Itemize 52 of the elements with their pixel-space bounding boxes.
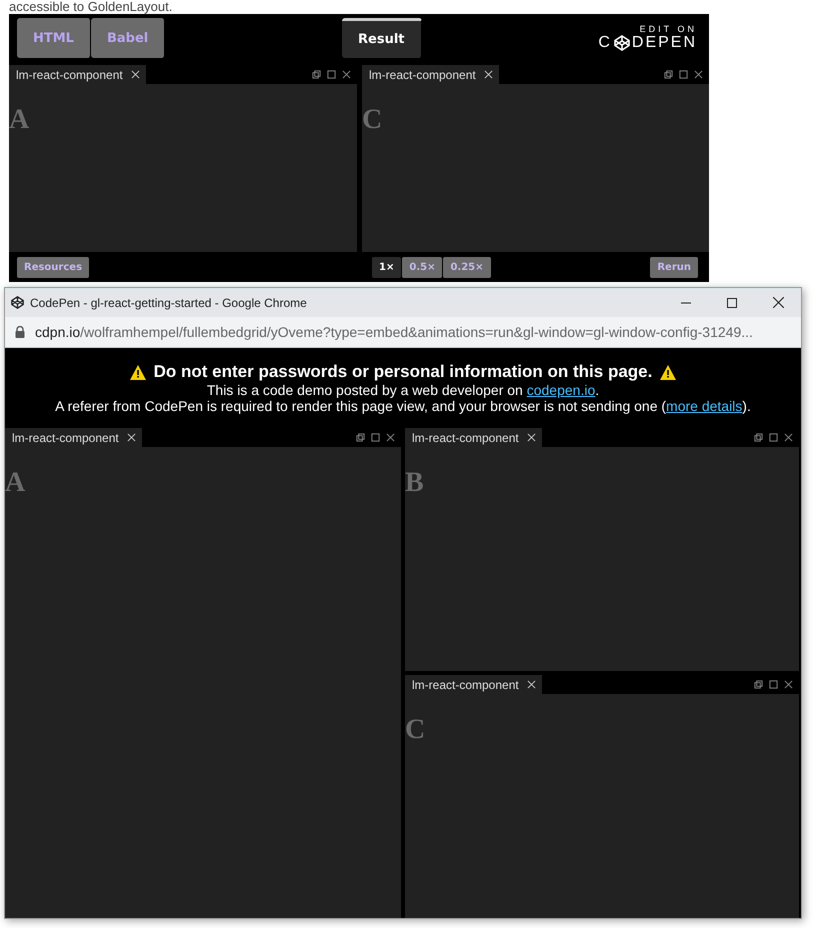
lock-icon xyxy=(15,326,25,338)
zoom-button[interactable]: 1× xyxy=(372,256,402,278)
maximize-icon xyxy=(727,298,737,308)
close-icon[interactable] xyxy=(126,433,136,442)
panel-letter: C xyxy=(362,104,382,136)
panel-tab[interactable]: lm-react-component xyxy=(405,428,542,447)
panel-tab[interactable]: lm-react-component xyxy=(405,675,542,694)
maximize-icon[interactable] xyxy=(371,433,380,442)
panel-letter: C xyxy=(405,714,426,746)
close-icon[interactable] xyxy=(386,433,395,442)
panel-letter: B xyxy=(405,467,424,499)
close-icon xyxy=(772,297,784,308)
restore-icon[interactable] xyxy=(754,680,763,689)
close-icon[interactable] xyxy=(526,680,536,689)
restore-icon[interactable] xyxy=(664,70,673,79)
editor-tab[interactable]: Result xyxy=(342,18,422,58)
edit-on-caption[interactable]: EDIT ON xyxy=(640,24,698,34)
close-icon[interactable] xyxy=(526,433,536,442)
link[interactable]: more details xyxy=(666,398,742,414)
warning-heading: Do not enter passwords or personal information on this page. xyxy=(154,362,652,382)
intro-text: accessible to GoldenLayout. xyxy=(8,0,174,14)
warning-icon xyxy=(130,364,146,380)
logo-text[interactable]: C xyxy=(598,34,612,52)
address-bar[interactable]: cdpn.io/wolframhempel/fullembedgrid/yOveme?type=embed&animations=run&gl-window=gl-window-config-31249... xyxy=(5,317,801,348)
notice-text: This is a code demo posted by a web developer on codepen.io. xyxy=(206,382,600,398)
cube-logo-icon[interactable] xyxy=(614,35,630,51)
maximize-icon[interactable] xyxy=(769,433,778,442)
link[interactable]: codepen.io xyxy=(526,382,596,398)
close-icon[interactable] xyxy=(342,70,351,79)
window-title: CodePen - gl-react-getting-started - Google Chrome xyxy=(30,296,307,310)
panel-tab[interactable]: lm-react-component xyxy=(362,65,499,84)
close-icon[interactable] xyxy=(130,70,140,79)
restore-icon[interactable] xyxy=(312,70,321,79)
panel-letter: A xyxy=(5,467,26,499)
restore-icon[interactable] xyxy=(754,433,763,442)
notice-text: A referer from CodePen is required to render this page view, and your browser is not sending one (more details). xyxy=(55,398,751,414)
close-icon[interactable] xyxy=(784,433,793,442)
maximize-icon[interactable] xyxy=(769,680,778,689)
panel-tab[interactable]: lm-react-component xyxy=(9,65,146,84)
url-text[interactable]: cdpn.io/wolframhempel/fullembedgrid/yOveme?type=embed&animations=run&gl-window=gl-window-config-31249... xyxy=(35,324,753,340)
cube-logo-icon xyxy=(11,296,24,309)
panel-letter: A xyxy=(9,104,30,136)
maximize-icon[interactable] xyxy=(679,70,688,79)
logo-text[interactable]: DEPEN xyxy=(632,34,698,52)
close-icon[interactable] xyxy=(694,70,703,79)
maximize-icon[interactable] xyxy=(327,70,336,79)
panel-tab[interactable]: lm-react-component xyxy=(5,428,142,447)
close-icon[interactable] xyxy=(484,70,493,79)
panel-tab-title[interactable]: lm-react-component xyxy=(12,430,119,444)
close-icon[interactable] xyxy=(784,680,793,689)
restore-icon[interactable] xyxy=(356,433,365,442)
warning-icon xyxy=(660,364,676,380)
